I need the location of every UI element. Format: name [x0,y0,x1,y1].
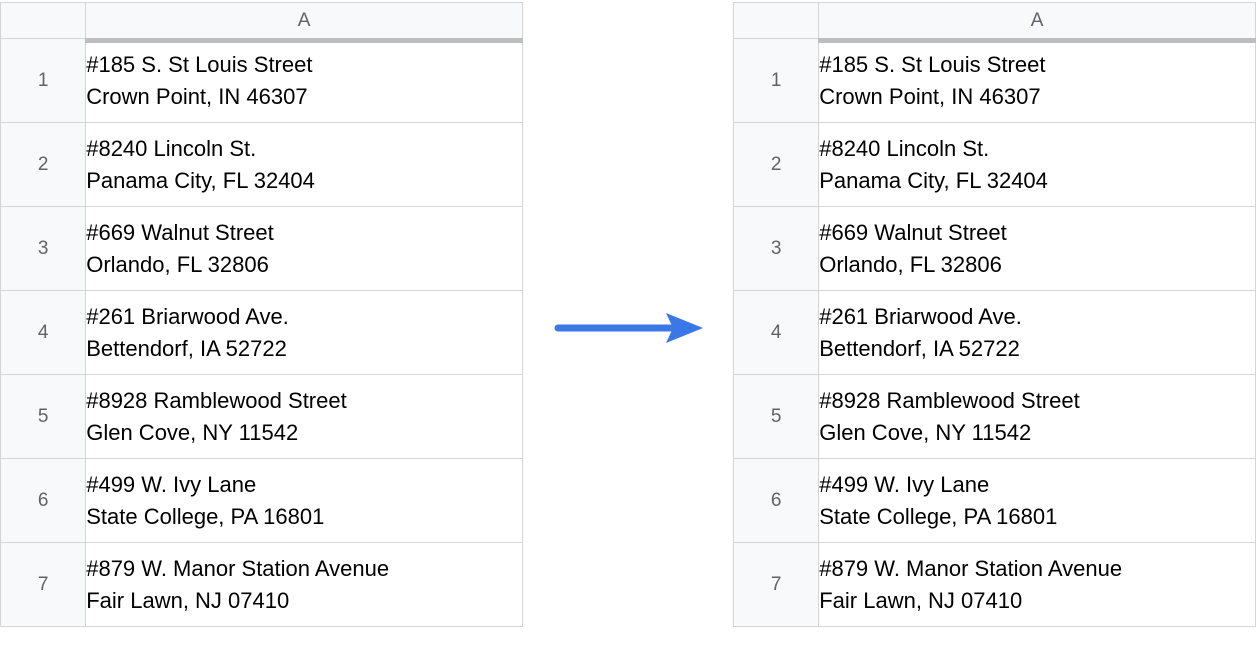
cell-line2: Bettendorf, IA 52722 [819,336,1020,361]
cell[interactable]: #499 W. Ivy Lane State College, PA 16801 [819,459,1256,543]
cell-line2: Crown Point, IN 46307 [819,84,1040,109]
table-row: 6 #499 W. Ivy Lane State College, PA 1680… [1,459,523,543]
row-header[interactable]: 2 [734,123,819,207]
table-row: 5 #8928 Ramblewood Street Glen Cove, NY 1… [1,375,523,459]
cell-line2: Crown Point, IN 46307 [86,84,307,109]
left-body: 1 #185 S. St Louis Street Crown Point, IN… [1,39,523,627]
cell[interactable]: #499 W. Ivy Lane State College, PA 16801 [86,459,523,543]
row-header[interactable]: 1 [734,39,819,123]
table-row: 2 #8240 Lincoln St. Panama City, FL 32404 [1,123,523,207]
table-row: 3 #669 Walnut Street Orlando, FL 32806 [734,207,1256,291]
cell[interactable]: #669 Walnut Street Orlando, FL 32806 [86,207,523,291]
row-header[interactable]: 3 [1,207,86,291]
cell-line1: #261 Briarwood Ave. [86,304,289,329]
cell[interactable]: #879 W. Manor Station Avenue Fair Lawn, N… [86,543,523,627]
cell-line1: #8928 Ramblewood Street [86,388,347,413]
cell-line1: #185 S. St Louis Street [819,52,1045,77]
table-row: 3 #669 Walnut Street Orlando, FL 32806 [1,207,523,291]
row-header[interactable]: 5 [1,375,86,459]
cell-line1: #8928 Ramblewood Street [819,388,1080,413]
cell-line1: #879 W. Manor Station Avenue [819,556,1122,581]
corner-cell[interactable] [734,3,819,39]
cell[interactable]: #8928 Ramblewood Street Glen Cove, NY 115… [86,375,523,459]
cell-line1: #499 W. Ivy Lane [86,472,256,497]
table-row: 2 #8240 Lincoln St. Panama City, FL 32404 [734,123,1256,207]
cell-line1: #8240 Lincoln St. [819,136,989,161]
table-row: 1 #185 S. St Louis Street Crown Point, IN… [734,39,1256,123]
cell-line1: #669 Walnut Street [86,220,274,245]
cell-line2: Panama City, FL 32404 [819,168,1048,193]
cell-line2: Panama City, FL 32404 [86,168,315,193]
row-header[interactable]: 3 [734,207,819,291]
column-header-a[interactable]: A [86,3,523,39]
cell-line2: Glen Cove, NY 11542 [86,420,298,445]
cell-line1: #8240 Lincoln St. [86,136,256,161]
cell-line1: #499 W. Ivy Lane [819,472,989,497]
row-header[interactable]: 6 [1,459,86,543]
left-spreadsheet[interactable]: A 1 #185 S. St Louis Street Crown Point, … [0,2,523,627]
cell-line1: #669 Walnut Street [819,220,1007,245]
table-row: 5 #8928 Ramblewood Street Glen Cove, NY 1… [734,375,1256,459]
table-row: 4 #261 Briarwood Ave. Bettendorf, IA 5272… [734,291,1256,375]
cell-line2: State College, PA 16801 [86,504,324,529]
cell-line2: State College, PA 16801 [819,504,1057,529]
cell-line2: Orlando, FL 32806 [819,252,1002,277]
row-header[interactable]: 1 [1,39,86,123]
cell[interactable]: #669 Walnut Street Orlando, FL 32806 [819,207,1256,291]
table-row: 4 #261 Briarwood Ave. Bettendorf, IA 5272… [1,291,523,375]
cell-line2: Bettendorf, IA 52722 [86,336,287,361]
cell-line2: Fair Lawn, NJ 07410 [86,588,289,613]
cell-line2: Fair Lawn, NJ 07410 [819,588,1022,613]
cell[interactable]: #8240 Lincoln St. Panama City, FL 32404 [86,123,523,207]
column-header-a[interactable]: A [819,3,1256,39]
cell[interactable]: #879 W. Manor Station Avenue Fair Lawn, N… [819,543,1256,627]
cell[interactable]: #8240 Lincoln St. Panama City, FL 32404 [819,123,1256,207]
corner-cell[interactable] [1,3,86,39]
row-header[interactable]: 6 [734,459,819,543]
right-body: 1 #185 S. St Louis Street Crown Point, IN… [734,39,1256,627]
row-header[interactable]: 4 [734,291,819,375]
table-row: 1 #185 S. St Louis Street Crown Point, IN… [1,39,523,123]
row-header[interactable]: 7 [1,543,86,627]
cell-line1: #261 Briarwood Ave. [819,304,1022,329]
cell[interactable]: #261 Briarwood Ave. Bettendorf, IA 52722 [86,291,523,375]
cell-line2: Orlando, FL 32806 [86,252,269,277]
cell[interactable]: #261 Briarwood Ave. Bettendorf, IA 52722 [819,291,1256,375]
arrow-icon [543,2,713,654]
cell-line1: #879 W. Manor Station Avenue [86,556,389,581]
row-header[interactable]: 4 [1,291,86,375]
right-spreadsheet[interactable]: A 1 #185 S. St Louis Street Crown Point, … [733,2,1256,627]
cell[interactable]: #185 S. St Louis Street Crown Point, IN 4… [819,39,1256,123]
row-header[interactable]: 5 [734,375,819,459]
cell[interactable]: #185 S. St Louis Street Crown Point, IN 4… [86,39,523,123]
table-row: 6 #499 W. Ivy Lane State College, PA 1680… [734,459,1256,543]
row-header[interactable]: 2 [1,123,86,207]
row-header[interactable]: 7 [734,543,819,627]
cell-line1: #185 S. St Louis Street [86,52,312,77]
table-row: 7 #879 W. Manor Station Avenue Fair Lawn,… [734,543,1256,627]
cell-line2: Glen Cove, NY 11542 [819,420,1031,445]
cell[interactable]: #8928 Ramblewood Street Glen Cove, NY 115… [819,375,1256,459]
table-row: 7 #879 W. Manor Station Avenue Fair Lawn,… [1,543,523,627]
